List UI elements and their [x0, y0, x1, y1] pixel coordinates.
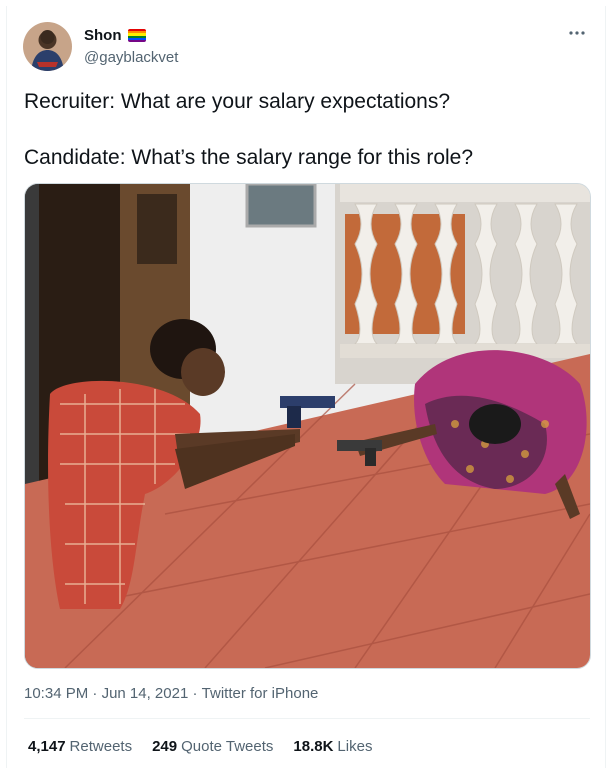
author-display-name[interactable]: Shon — [84, 27, 122, 44]
tweet-meta: 10:34 PM · Jun 14, 2021 · Twitter for iP… — [24, 685, 318, 702]
tweet-source[interactable]: Twitter for iPhone — [202, 685, 319, 702]
tweet-date[interactable]: Jun 14, 2021 — [102, 685, 189, 702]
author-name-row: Shon — [84, 27, 146, 44]
likes-stat[interactable]: 18.8K Likes — [293, 738, 372, 755]
tweet-line: Candidate: What’s the salary range for t… — [24, 146, 474, 169]
rainbow-flag-icon — [127, 29, 146, 42]
tweet-line: Recruiter: What are your salary expectat… — [24, 90, 451, 113]
retweets-count: 4,147 — [28, 738, 66, 755]
tweet-time[interactable]: 10:34 PM — [24, 685, 88, 702]
avatar[interactable] — [23, 22, 72, 71]
author-handle[interactable]: @gayblackvet — [84, 49, 178, 66]
retweets-stat[interactable]: 4,147 Retweets — [28, 738, 132, 755]
likes-label: Likes — [337, 738, 373, 755]
quote-tweets-count: 249 — [152, 738, 178, 755]
tweet-stats: 4,147 Retweets 249 Quote Tweets 18.8K Likes — [28, 738, 372, 755]
divider — [24, 718, 590, 719]
more-horizontal-icon[interactable] — [567, 26, 587, 40]
likes-count: 18.8K — [293, 738, 334, 755]
quote-tweets-stat[interactable]: 249 Quote Tweets — [152, 738, 273, 755]
meta-separator: · — [88, 685, 102, 702]
tweet-photo[interactable] — [24, 183, 591, 669]
meta-separator: · — [188, 685, 202, 702]
quote-tweets-label: Quote Tweets — [181, 738, 274, 755]
retweets-label: Retweets — [69, 738, 133, 755]
